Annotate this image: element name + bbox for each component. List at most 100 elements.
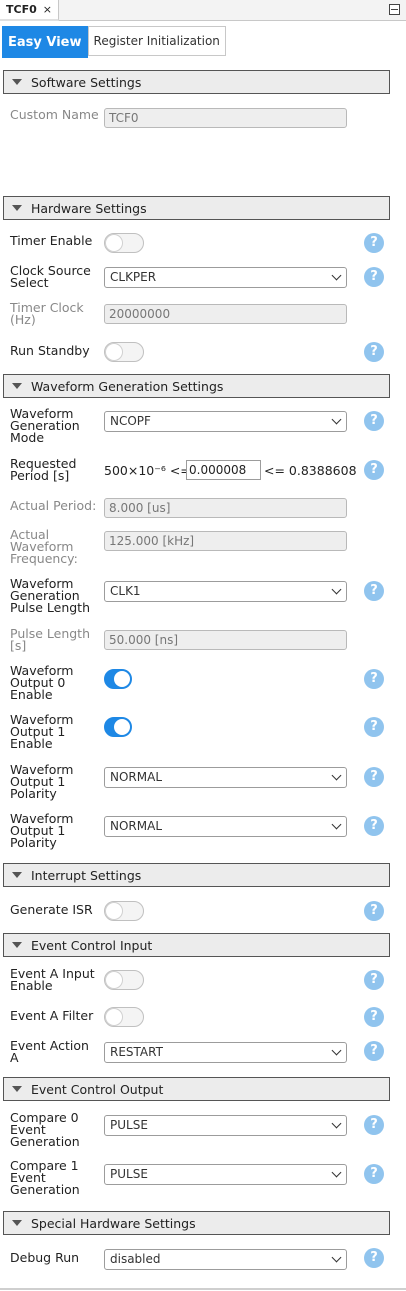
- section-title: Event Control Output: [31, 1081, 164, 1097]
- toggle-knob: [106, 235, 122, 251]
- help-icon[interactable]: ?: [364, 1041, 384, 1061]
- compare-0-event-generation-label: Compare 0 Event Generation: [10, 1110, 80, 1149]
- waveform-output-0-enable-toggle[interactable]: [104, 669, 132, 689]
- section-software-settings[interactable]: Software Settings: [3, 70, 390, 94]
- pulse-length-select-label: Waveform Generation Pulse Length: [10, 576, 91, 615]
- chevron-down-icon: [331, 1045, 342, 1056]
- close-tab-icon[interactable]: ×: [43, 3, 52, 16]
- help-icon[interactable]: ?: [364, 669, 384, 689]
- help-icon[interactable]: ?: [364, 267, 384, 287]
- event-a-filter-toggle[interactable]: [104, 1007, 144, 1027]
- section-event-control-output[interactable]: Event Control Output: [3, 1077, 390, 1101]
- actual-waveform-frequency-field[interactable]: 125.000 [kHz]: [104, 531, 347, 551]
- waveform-generation-mode-select[interactable]: NCOPF: [104, 411, 347, 432]
- clock-source-select[interactable]: CLKPER: [104, 267, 347, 288]
- section-title: Software Settings: [31, 74, 142, 90]
- minimize-panel-icon[interactable]: [389, 4, 400, 15]
- help-icon[interactable]: ?: [364, 1248, 384, 1268]
- actual-waveform-frequency-label: Actual Waveform Frequency:: [10, 527, 78, 566]
- timer-clock-field[interactable]: 20000000: [104, 304, 347, 324]
- help-icon[interactable]: ?: [364, 901, 384, 921]
- section-waveform-generation-settings[interactable]: Waveform Generation Settings: [3, 374, 390, 398]
- section-interrupt-settings[interactable]: Interrupt Settings: [3, 863, 390, 887]
- timer-clock-label: Timer Clock (Hz): [10, 300, 84, 327]
- section-title: Waveform Generation Settings: [31, 378, 224, 394]
- waveform-output-1-enable-label: Waveform Output 1 Enable: [10, 712, 74, 751]
- compare-1-event-generation-select[interactable]: PULSE: [104, 1164, 347, 1185]
- select-value: NORMAL: [110, 770, 163, 784]
- run-standby-label: Run Standby: [10, 343, 90, 358]
- requested-period-min: 500×10⁻⁶ <=: [104, 463, 191, 478]
- select-value: disabled: [110, 1252, 161, 1266]
- actual-period-field[interactable]: 8.000 [us]: [104, 498, 347, 518]
- help-icon[interactable]: ?: [364, 1115, 384, 1135]
- waveform-output-1-polarity-label: Waveform Output 1 Polarity: [10, 811, 74, 850]
- timer-enable-toggle[interactable]: [104, 233, 144, 253]
- section-title: Hardware Settings: [31, 200, 147, 216]
- clock-source-label: Clock Source Select: [10, 263, 91, 290]
- collapse-caret-icon: [12, 1086, 22, 1092]
- bottom-border: [0, 1288, 406, 1290]
- pulse-length-label: Pulse Length [s]: [10, 626, 91, 653]
- help-icon[interactable]: ?: [364, 767, 384, 787]
- event-a-filter-label: Event A Filter: [10, 1008, 94, 1023]
- collapse-caret-icon: [12, 942, 22, 948]
- help-icon[interactable]: ?: [364, 460, 384, 480]
- select-value: NCOPF: [110, 414, 151, 428]
- pulse-length-field[interactable]: 50.000 [ns]: [104, 630, 347, 650]
- toggle-knob: [114, 719, 130, 735]
- event-action-a-label: Event Action A: [10, 1038, 89, 1065]
- help-icon[interactable]: ?: [364, 1164, 384, 1184]
- help-icon[interactable]: ?: [364, 342, 384, 362]
- section-title: Special Hardware Settings: [31, 1215, 196, 1231]
- select-value: CLKPER: [110, 270, 157, 284]
- chevron-down-icon: [331, 770, 342, 781]
- select-value: PULSE: [110, 1118, 148, 1132]
- help-icon[interactable]: ?: [364, 816, 384, 836]
- help-icon[interactable]: ?: [364, 717, 384, 737]
- compare-0-event-generation-select[interactable]: PULSE: [104, 1115, 347, 1136]
- tab-register-initialization[interactable]: Register Initialization: [87, 26, 226, 56]
- help-icon[interactable]: ?: [364, 411, 384, 431]
- waveform-generation-mode-label: Waveform Generation Mode: [10, 406, 80, 445]
- debug-run-select[interactable]: disabled: [104, 1249, 347, 1270]
- document-tab-tcf0[interactable]: TCF0 ×: [0, 0, 59, 21]
- compare-1-event-generation-label: Compare 1 Event Generation: [10, 1158, 80, 1197]
- tab-easy-view[interactable]: Easy View: [2, 26, 88, 58]
- event-a-input-enable-toggle[interactable]: [104, 970, 144, 990]
- select-value: NORMAL: [110, 819, 163, 833]
- actual-period-label: Actual Period:: [10, 498, 97, 513]
- pulse-length-select[interactable]: CLK1: [104, 581, 347, 602]
- waveform-output-1-enable-toggle[interactable]: [104, 717, 132, 737]
- collapse-caret-icon: [12, 79, 22, 85]
- select-value: RESTART: [110, 1045, 163, 1059]
- toggle-knob: [106, 903, 122, 919]
- collapse-caret-icon: [12, 383, 22, 389]
- custom-name-field[interactable]: TCF0: [104, 108, 347, 128]
- section-event-control-input[interactable]: Event Control Input: [3, 933, 390, 957]
- section-title: Interrupt Settings: [31, 867, 142, 883]
- section-hardware-settings[interactable]: Hardware Settings: [3, 196, 390, 220]
- section-title: Event Control Input: [31, 937, 153, 953]
- requested-period-input[interactable]: 0.000008: [186, 460, 261, 480]
- chevron-down-icon: [331, 1252, 342, 1263]
- chevron-down-icon: [331, 270, 342, 281]
- help-icon[interactable]: ?: [364, 1007, 384, 1027]
- timer-enable-label: Timer Enable: [10, 233, 93, 248]
- generate-isr-toggle[interactable]: [104, 901, 144, 921]
- waveform-output-1-polarity-select[interactable]: NORMAL: [104, 816, 347, 837]
- help-icon[interactable]: ?: [364, 581, 384, 601]
- run-standby-toggle[interactable]: [104, 342, 144, 362]
- event-action-a-select[interactable]: RESTART: [104, 1042, 347, 1063]
- collapse-caret-icon: [12, 1220, 22, 1226]
- collapse-caret-icon: [12, 872, 22, 878]
- chevron-down-icon: [331, 819, 342, 830]
- section-special-hardware-settings[interactable]: Special Hardware Settings: [3, 1211, 390, 1235]
- waveform-output-1-polarity-select[interactable]: NORMAL: [104, 767, 347, 788]
- chevron-down-icon: [331, 584, 342, 595]
- help-icon[interactable]: ?: [364, 970, 384, 990]
- select-value: PULSE: [110, 1167, 148, 1181]
- help-icon[interactable]: ?: [364, 233, 384, 253]
- waveform-output-0-enable-label: Waveform Output 0 Enable: [10, 663, 74, 702]
- document-tab-bar: TCF0 ×: [0, 0, 406, 21]
